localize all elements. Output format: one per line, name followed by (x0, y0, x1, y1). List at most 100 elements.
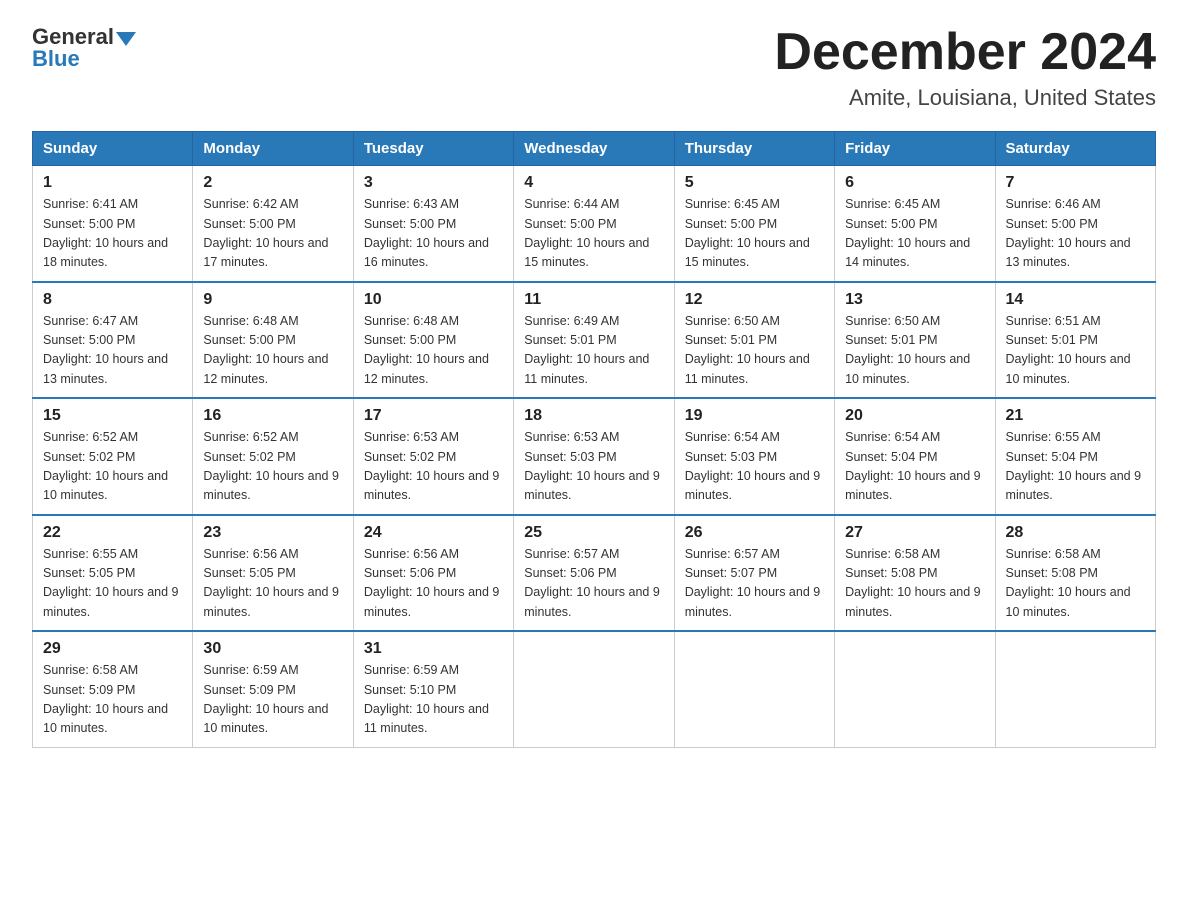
day-number: 13 (845, 291, 984, 309)
day-number: 4 (524, 174, 663, 192)
day-number: 10 (364, 291, 503, 309)
day-number: 1 (43, 174, 182, 192)
logo: General Blue (32, 24, 138, 72)
calendar-table: SundayMondayTuesdayWednesdayThursdayFrid… (32, 131, 1156, 748)
day-info: Sunrise: 6:59 AMSunset: 5:09 PMDaylight:… (203, 661, 342, 739)
day-number: 31 (364, 640, 503, 658)
day-info: Sunrise: 6:58 AMSunset: 5:08 PMDaylight:… (1006, 545, 1145, 623)
day-info: Sunrise: 6:54 AMSunset: 5:04 PMDaylight:… (845, 428, 984, 506)
day-info: Sunrise: 6:56 AMSunset: 5:06 PMDaylight:… (364, 545, 503, 623)
day-info: Sunrise: 6:59 AMSunset: 5:10 PMDaylight:… (364, 661, 503, 739)
header-saturday: Saturday (995, 132, 1155, 166)
day-info: Sunrise: 6:45 AMSunset: 5:00 PMDaylight:… (685, 195, 824, 273)
day-number: 21 (1006, 407, 1145, 425)
day-cell: 11 Sunrise: 6:49 AMSunset: 5:01 PMDayligh… (514, 282, 674, 399)
day-info: Sunrise: 6:50 AMSunset: 5:01 PMDaylight:… (685, 312, 824, 390)
day-number: 20 (845, 407, 984, 425)
day-info: Sunrise: 6:50 AMSunset: 5:01 PMDaylight:… (845, 312, 984, 390)
day-info: Sunrise: 6:43 AMSunset: 5:00 PMDaylight:… (364, 195, 503, 273)
day-info: Sunrise: 6:47 AMSunset: 5:00 PMDaylight:… (43, 312, 182, 390)
page-header: General Blue December 2024 Amite, Louisi… (32, 24, 1156, 111)
day-cell (514, 631, 674, 747)
day-cell: 29Sunrise: 6:58 AMSunset: 5:09 PMDayligh… (33, 631, 193, 747)
day-info: Sunrise: 6:48 AMSunset: 5:00 PMDaylight:… (364, 312, 503, 390)
week-row-2: 8Sunrise: 6:47 AMSunset: 5:00 PMDaylight… (33, 282, 1156, 399)
day-cell (835, 631, 995, 747)
day-number: 16 (203, 407, 342, 425)
day-number: 6 (845, 174, 984, 192)
day-info: Sunrise: 6:44 AMSunset: 5:00 PMDaylight:… (524, 195, 663, 273)
day-info: Sunrise: 6:57 AMSunset: 5:07 PMDaylight:… (685, 545, 824, 623)
logo-arrow-icon (116, 32, 136, 46)
day-number: 19 (685, 407, 824, 425)
day-cell: 2 Sunrise: 6:42 AMSunset: 5:00 PMDaylight… (193, 166, 353, 282)
day-cell: 1 Sunrise: 6:41 AMSunset: 5:00 PMDaylight… (33, 166, 193, 282)
day-info: Sunrise: 6:51 AMSunset: 5:01 PMDaylight:… (1006, 312, 1145, 390)
day-cell: 30 Sunrise: 6:59 AMSunset: 5:09 PMDayligh… (193, 631, 353, 747)
day-cell: 17Sunrise: 6:53 AMSunset: 5:02 PMDayligh… (353, 398, 513, 515)
day-cell: 3Sunrise: 6:43 AMSunset: 5:00 PMDaylight… (353, 166, 513, 282)
day-number: 9 (203, 291, 342, 309)
day-number: 27 (845, 524, 984, 542)
day-info: Sunrise: 6:48 AMSunset: 5:00 PMDaylight:… (203, 312, 342, 390)
day-number: 2 (203, 174, 342, 192)
day-number: 14 (1006, 291, 1145, 309)
day-cell: 7Sunrise: 6:46 AMSunset: 5:00 PMDaylight… (995, 166, 1155, 282)
day-cell: 12 Sunrise: 6:50 AMSunset: 5:01 PMDayligh… (674, 282, 834, 399)
day-cell (995, 631, 1155, 747)
week-row-1: 1 Sunrise: 6:41 AMSunset: 5:00 PMDaylight… (33, 166, 1156, 282)
day-cell: 31 Sunrise: 6:59 AMSunset: 5:10 PMDayligh… (353, 631, 513, 747)
day-cell: 24 Sunrise: 6:56 AMSunset: 5:06 PMDayligh… (353, 515, 513, 632)
day-number: 30 (203, 640, 342, 658)
day-number: 23 (203, 524, 342, 542)
week-row-5: 29Sunrise: 6:58 AMSunset: 5:09 PMDayligh… (33, 631, 1156, 747)
day-cell: 14 Sunrise: 6:51 AMSunset: 5:01 PMDayligh… (995, 282, 1155, 399)
logo-blue-text: Blue (32, 46, 80, 72)
day-cell: 22Sunrise: 6:55 AMSunset: 5:05 PMDayligh… (33, 515, 193, 632)
day-info: Sunrise: 6:49 AMSunset: 5:01 PMDaylight:… (524, 312, 663, 390)
day-cell: 25 Sunrise: 6:57 AMSunset: 5:06 PMDayligh… (514, 515, 674, 632)
day-info: Sunrise: 6:54 AMSunset: 5:03 PMDaylight:… (685, 428, 824, 506)
day-cell: 28 Sunrise: 6:58 AMSunset: 5:08 PMDayligh… (995, 515, 1155, 632)
day-cell: 18Sunrise: 6:53 AMSunset: 5:03 PMDayligh… (514, 398, 674, 515)
day-number: 18 (524, 407, 663, 425)
day-cell: 16Sunrise: 6:52 AMSunset: 5:02 PMDayligh… (193, 398, 353, 515)
header-sunday: Sunday (33, 132, 193, 166)
day-cell: 10 Sunrise: 6:48 AMSunset: 5:00 PMDayligh… (353, 282, 513, 399)
day-cell: 13 Sunrise: 6:50 AMSunset: 5:01 PMDayligh… (835, 282, 995, 399)
day-number: 11 (524, 291, 663, 309)
week-row-3: 15 Sunrise: 6:52 AMSunset: 5:02 PMDayligh… (33, 398, 1156, 515)
day-info: Sunrise: 6:56 AMSunset: 5:05 PMDaylight:… (203, 545, 342, 623)
day-info: Sunrise: 6:58 AMSunset: 5:08 PMDaylight:… (845, 545, 984, 623)
day-cell: 19 Sunrise: 6:54 AMSunset: 5:03 PMDayligh… (674, 398, 834, 515)
day-cell: 5 Sunrise: 6:45 AMSunset: 5:00 PMDaylight… (674, 166, 834, 282)
week-row-4: 22Sunrise: 6:55 AMSunset: 5:05 PMDayligh… (33, 515, 1156, 632)
day-info: Sunrise: 6:55 AMSunset: 5:05 PMDaylight:… (43, 545, 182, 623)
day-info: Sunrise: 6:53 AMSunset: 5:02 PMDaylight:… (364, 428, 503, 506)
day-number: 12 (685, 291, 824, 309)
day-cell: 9 Sunrise: 6:48 AMSunset: 5:00 PMDaylight… (193, 282, 353, 399)
day-info: Sunrise: 6:52 AMSunset: 5:02 PMDaylight:… (43, 428, 182, 506)
day-cell: 26Sunrise: 6:57 AMSunset: 5:07 PMDayligh… (674, 515, 834, 632)
day-cell: 8Sunrise: 6:47 AMSunset: 5:00 PMDaylight… (33, 282, 193, 399)
day-cell: 27 Sunrise: 6:58 AMSunset: 5:08 PMDayligh… (835, 515, 995, 632)
day-info: Sunrise: 6:57 AMSunset: 5:06 PMDaylight:… (524, 545, 663, 623)
day-cell: 23 Sunrise: 6:56 AMSunset: 5:05 PMDayligh… (193, 515, 353, 632)
day-number: 25 (524, 524, 663, 542)
day-number: 15 (43, 407, 182, 425)
day-cell (674, 631, 834, 747)
day-cell: 20 Sunrise: 6:54 AMSunset: 5:04 PMDayligh… (835, 398, 995, 515)
day-cell: 4 Sunrise: 6:44 AMSunset: 5:00 PMDaylight… (514, 166, 674, 282)
day-info: Sunrise: 6:41 AMSunset: 5:00 PMDaylight:… (43, 195, 182, 273)
day-info: Sunrise: 6:42 AMSunset: 5:00 PMDaylight:… (203, 195, 342, 273)
day-number: 24 (364, 524, 503, 542)
day-number: 28 (1006, 524, 1145, 542)
day-cell: 6 Sunrise: 6:45 AMSunset: 5:00 PMDaylight… (835, 166, 995, 282)
header-monday: Monday (193, 132, 353, 166)
header-wednesday: Wednesday (514, 132, 674, 166)
day-number: 5 (685, 174, 824, 192)
day-number: 7 (1006, 174, 1145, 192)
title-area: December 2024 Amite, Louisiana, United S… (774, 24, 1156, 111)
day-info: Sunrise: 6:55 AMSunset: 5:04 PMDaylight:… (1006, 428, 1145, 506)
day-info: Sunrise: 6:45 AMSunset: 5:00 PMDaylight:… (845, 195, 984, 273)
